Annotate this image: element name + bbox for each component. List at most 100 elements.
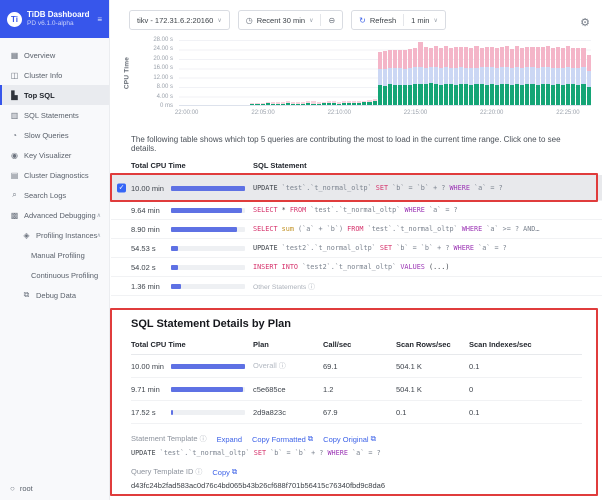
sidebar-item-slow-queries[interactable]: ◔Slow Queries <box>0 125 109 145</box>
cpu-time-bar-fill <box>171 284 181 289</box>
bar-segment-green <box>434 84 438 105</box>
bar-segment-green <box>459 84 463 105</box>
chart-bar <box>367 40 371 105</box>
sidebar-item-cluster-diagnostics[interactable]: ▤Cluster Diagnostics <box>0 165 109 185</box>
time-range-select[interactable]: ◷ Recent 30 min ∨ ⊖ <box>238 10 343 30</box>
sql-token: `test`.`t_normal_oltp` <box>364 225 462 233</box>
sidebar-item-overview[interactable]: ▦Overview <box>0 45 109 65</box>
clock-icon: ◷ <box>246 16 253 25</box>
col-scan-rows-sec[interactable]: Scan Rows/sec <box>396 340 469 349</box>
y-tick-label: 16.00 s <box>131 65 173 71</box>
scan-indexes-cell: 0 <box>469 385 582 394</box>
chart-bar <box>276 40 280 105</box>
x-tick-label: 22:05:00 <box>251 110 274 116</box>
chart-bar <box>266 40 270 105</box>
sidebar-item-debug-data[interactable]: ⧉Debug Data <box>0 285 109 305</box>
summary-table-header: Total CPU Time SQL Statement <box>111 153 602 176</box>
bar-segment-green <box>454 85 458 106</box>
col-total-cpu-time[interactable]: Total CPU Time <box>131 340 253 349</box>
table-row[interactable]: 17.52 s2d9a823c67.90.10.1 <box>131 401 582 424</box>
cpu-time-cell: 17.52 s <box>131 408 253 417</box>
info-icon[interactable]: ⓘ <box>279 363 286 370</box>
chart-bar <box>286 40 290 105</box>
col-call-sec[interactable]: Call/sec <box>323 340 396 349</box>
chevron-up-icon: ∧ <box>97 212 101 219</box>
search-logs-icon: ⌕ <box>10 190 19 200</box>
sidebar-item-top-sql[interactable]: ▙Top SQL <box>0 85 109 105</box>
copy-link[interactable]: Copy⧉ <box>212 467 237 477</box>
cpu-time-bar-track <box>171 410 245 415</box>
sidebar-item-sql-statements[interactable]: ▥SQL Statements <box>0 105 109 125</box>
chart-bar <box>546 40 550 105</box>
sql-token: UPDATE <box>253 184 278 192</box>
bar-segment-green <box>424 84 428 105</box>
slow-queries-icon: ◔ <box>10 131 19 140</box>
sidebar-item-search-logs[interactable]: ⌕Search Logs <box>0 185 109 205</box>
bar-segment-blue <box>469 68 473 85</box>
cpu-time-cell: 54.53 s <box>131 244 253 253</box>
chart-bar <box>541 40 545 105</box>
table-row[interactable]: 9.64 minSELECT * FROM `test`.`t_normal_o… <box>111 201 602 220</box>
sidebar-item-cluster-info[interactable]: ◫Cluster Info <box>0 65 109 85</box>
x-tick-label: 22:10:00 <box>328 110 351 116</box>
bar-segment-pink <box>383 51 387 69</box>
bar-segment-blue <box>587 71 591 86</box>
cluster-info-icon: ◫ <box>10 71 19 80</box>
user-menu[interactable]: ○ root <box>10 484 33 493</box>
table-row[interactable]: 9.71 minc5e685ce1.2504.1 K0 <box>131 378 582 401</box>
instance-select[interactable]: tikv - 172.31.6.2:20160 ∨ <box>129 10 230 30</box>
key-visualizer-icon: ◉ <box>10 151 19 160</box>
col-plan[interactable]: Plan <box>253 340 323 349</box>
chart-bar <box>500 40 504 105</box>
chart-bar <box>189 40 193 105</box>
chart-bar <box>199 40 203 105</box>
info-icon[interactable]: ⓘ <box>200 436 207 443</box>
col-total-cpu-time[interactable]: Total CPU Time <box>131 161 253 170</box>
refresh-control[interactable]: ↻ Refresh 1 min ∨ <box>351 10 446 30</box>
info-icon[interactable]: ⓘ <box>195 469 202 476</box>
scan-indexes-cell: 0.1 <box>469 362 582 371</box>
sql-token: FROM <box>347 225 363 233</box>
sidebar-item-key-visualizer[interactable]: ◉Key Visualizer <box>0 145 109 165</box>
sql-token: SET <box>254 449 266 457</box>
chart-bar <box>413 40 417 105</box>
col-scan-indexes-sec[interactable]: Scan Indexes/sec <box>469 340 582 349</box>
sql-statement-cell: UPDATE `test`.`t_normal_oltp` SET `b` = … <box>253 184 602 192</box>
bar-segment-blue <box>393 68 397 85</box>
bar-segment-green <box>266 103 270 105</box>
bar-segment-green <box>332 103 336 105</box>
settings-gear-icon[interactable]: ⚙ <box>580 16 590 29</box>
sql-token: `a` = ? <box>470 184 503 192</box>
main-content: ⚙ tikv - 172.31.6.2:20160 ∨ ◷ Recent 30 … <box>111 0 602 500</box>
expand-link[interactable]: Expand <box>217 435 242 444</box>
sql-statements-icon: ▥ <box>10 111 19 120</box>
table-row[interactable]: 54.02 sINSERT INTO `test2`.`t_normal_olt… <box>111 258 602 277</box>
table-row[interactable]: ✓10.00 minUPDATE `test`.`t_normal_oltp` … <box>111 176 602 201</box>
statement-template-row: Statement Templateⓘ Expand Copy Formatte… <box>131 434 582 444</box>
copy-original-link[interactable]: Copy Original⧉ <box>323 434 376 444</box>
time-range-value: Recent 30 min <box>257 16 305 25</box>
sidebar-item-advanced-debugging[interactable]: ▩Advanced Debugging∧ <box>0 205 109 225</box>
zoom-out-icon[interactable]: ⊖ <box>328 16 335 25</box>
query-template-row: Query Template IDⓘ Copy⧉ <box>131 467 582 477</box>
sidebar-item-manual-profiling[interactable]: Manual Profiling <box>0 245 109 265</box>
bar-segment-green <box>464 84 468 105</box>
chart-bar <box>536 40 540 105</box>
bar-segment-blue <box>571 68 575 85</box>
row-checkbox[interactable]: ✓ <box>117 184 126 193</box>
table-row[interactable]: 1.36 minOther Statements ⓘ <box>111 277 602 296</box>
sidebar-item-profiling-instances[interactable]: ◈Profiling Instances∧ <box>0 225 109 245</box>
sidebar-collapse-icon[interactable]: ≡ <box>97 15 102 24</box>
chart-bar <box>301 40 305 105</box>
table-row[interactable]: 8.90 minSELECT sum (`a` + `b`) FROM `tes… <box>111 220 602 239</box>
copy-formatted-link[interactable]: Copy Formatted⧉ <box>252 434 313 444</box>
chart-bar <box>408 40 412 105</box>
bar-segment-green <box>393 85 397 105</box>
call-sec-cell: 67.9 <box>323 408 396 417</box>
table-row[interactable]: 10.00 minOverallⓘ69.1504.1 K0.1 <box>131 355 582 378</box>
chart-bar <box>179 40 183 105</box>
sidebar-item-continuous-profiling[interactable]: Continuous Profiling <box>0 265 109 285</box>
table-row[interactable]: 54.53 sUPDATE `test2`.`t_normal_oltp` SE… <box>111 239 602 258</box>
col-sql-statement[interactable]: SQL Statement <box>253 161 602 170</box>
chart-bar <box>490 40 494 105</box>
